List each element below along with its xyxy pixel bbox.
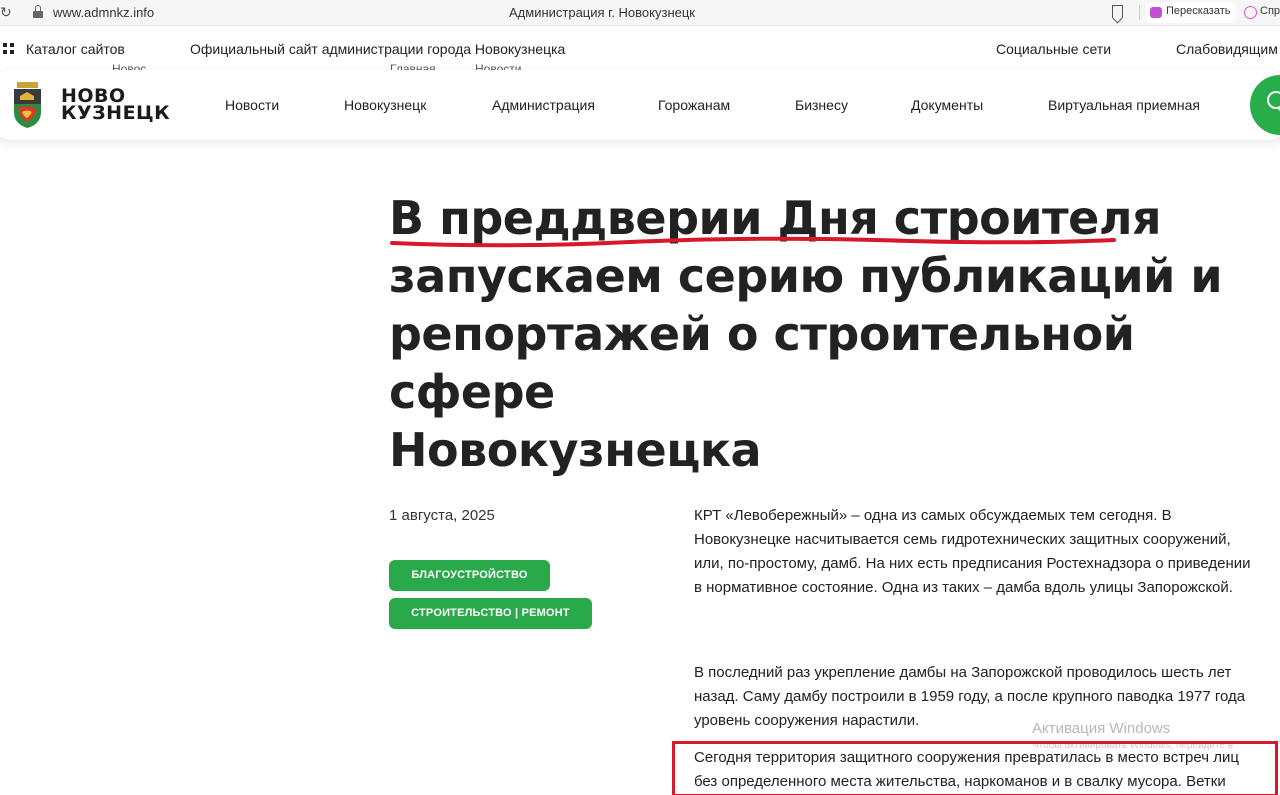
retell-button[interactable]: Пересказать: [1146, 2, 1236, 23]
article-title: В преддверии Дня строителя запускаем сер…: [389, 189, 1280, 479]
bookmark-icon[interactable]: [1112, 5, 1123, 18]
main-header: НОВО КУЗНЕЦК Новости Новокузнецк Админис…: [0, 70, 1280, 140]
nav-news[interactable]: Новости: [225, 97, 279, 113]
title-line-2: запускаем серию публикаций и: [389, 249, 1223, 303]
tag-landscaping[interactable]: БЛАГОУСТРОЙСТВО: [389, 560, 550, 591]
social-networks-link[interactable]: Социальные сети: [996, 41, 1111, 57]
windows-activation-hint: Чтобы активировать Windows, перейдите в: [1032, 740, 1234, 751]
nav-novokuznetsk[interactable]: Новокузнецк: [344, 97, 426, 113]
paragraph-line: уровень сооружения нарастили.: [694, 712, 920, 729]
nav-citizens[interactable]: Горожанам: [658, 97, 730, 113]
paragraph-line: В последний раз укрепление дамбы на Запо…: [694, 664, 1232, 681]
utility-bar: Каталог сайтов Официальный сайт админист…: [0, 26, 1280, 76]
toolbar-divider: [1139, 5, 1140, 20]
nav-business[interactable]: Бизнесу: [795, 97, 848, 113]
site-logo[interactable]: НОВО КУЗНЕЦК: [12, 82, 170, 128]
address-bar[interactable]: www.admnkz.info Администрация г. Новокуз…: [22, 1, 1132, 24]
official-site-label: Официальный сайт администрации города Но…: [190, 41, 566, 57]
article-paragraph-1: КРТ «Левобережный» – одна из самых обсуж…: [694, 504, 1264, 600]
city-crest-icon: [14, 82, 41, 128]
paragraph-line: КРТ «Левобережный» – одна из самых обсуж…: [694, 507, 1172, 524]
page-tab-title: Администрация г. Новокузнецк: [509, 5, 695, 20]
logo-wordmark: НОВО КУЗНЕЦК: [61, 87, 171, 124]
title-line-4: Новокузнецка: [389, 423, 762, 477]
paragraph-line: назад. Саму дамбу построили в 1959 году,…: [694, 688, 1246, 705]
nav-administration[interactable]: Администрация: [492, 97, 595, 113]
low-vision-link[interactable]: Слабовидящим: [1176, 41, 1278, 57]
address-url[interactable]: www.admnkz.info: [53, 5, 154, 20]
logo-line-2: КУЗНЕЦК: [61, 102, 171, 124]
paragraph-line: в нормативное состояние. Одна из таких –…: [694, 579, 1233, 596]
tag-construction-repair[interactable]: СТРОИТЕЛЬСТВО | РЕМОНТ: [389, 598, 592, 629]
windows-activation-watermark: Активация Windows: [1032, 720, 1171, 737]
paragraph-line: без определенного места жительства, нарк…: [694, 773, 1226, 790]
ask-button[interactable]: Спр: [1238, 2, 1280, 23]
article-date: 1 августа, 2025: [389, 507, 495, 524]
red-underline-annotation: [390, 236, 1116, 248]
nav-virtual-reception[interactable]: Виртуальная приемная: [1048, 97, 1200, 113]
search-button[interactable]: [1250, 75, 1280, 135]
nav-documents[interactable]: Документы: [911, 97, 983, 113]
search-icon: [1267, 91, 1280, 109]
lock-icon: [33, 5, 43, 18]
retell-label: Пересказать: [1166, 5, 1231, 17]
reload-icon[interactable]: ↻: [0, 4, 14, 20]
article-paragraph-3: Сегодня территория защитного сооружения …: [694, 746, 1264, 794]
article-paragraph-2: В последний раз укрепление дамбы на Запо…: [694, 661, 1264, 733]
ask-icon: [1244, 6, 1257, 19]
paragraph-line: Новокузнецке насчитывается семь гидротех…: [694, 531, 1231, 548]
browser-toolbar: ↻ www.admnkz.info Администрация г. Новок…: [0, 0, 1280, 26]
catalog-link[interactable]: Каталог сайтов: [26, 41, 125, 57]
ask-label: Спр: [1260, 5, 1280, 17]
retell-icon: [1150, 7, 1162, 18]
grid-icon[interactable]: [3, 43, 15, 55]
paragraph-line: или, по-простому, дамб. На них есть пред…: [694, 555, 1251, 572]
title-line-3: репортажей о строительной сфере: [389, 307, 1135, 419]
